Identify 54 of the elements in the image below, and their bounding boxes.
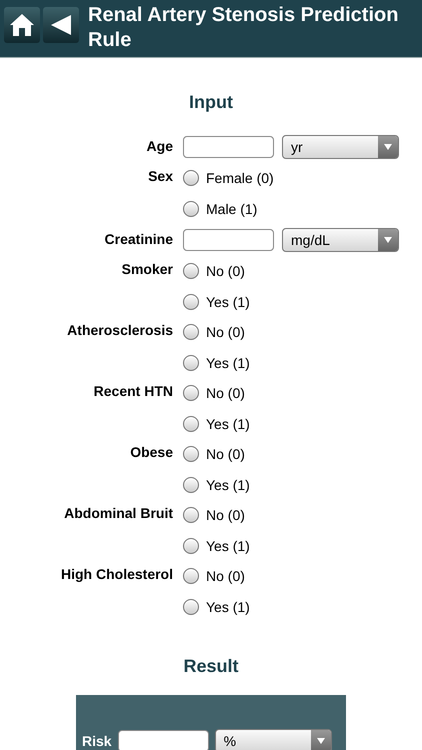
number-input[interactable] [183, 136, 274, 158]
number-input[interactable] [183, 229, 274, 251]
dropdown-caret-icon [378, 136, 398, 158]
back-button[interactable] [43, 7, 79, 43]
radio-button[interactable] [183, 385, 199, 401]
radio-option[interactable]: No (0) [183, 321, 422, 343]
radio-button[interactable] [183, 507, 199, 523]
field-label: Creatinine [104, 230, 173, 249]
result-label: Risk [82, 733, 112, 749]
section-title: Input [188, 92, 234, 113]
unit-select[interactable]: % [214, 729, 332, 750]
radio-button[interactable] [183, 324, 199, 340]
radio-option[interactable]: No (0) [183, 504, 422, 526]
radio-option[interactable]: No (0) [183, 260, 422, 282]
back-arrow-icon [49, 13, 73, 37]
field-label: Recent HTN [92, 382, 173, 400]
field-label: High Cholesterol [60, 565, 173, 583]
radio-button[interactable] [183, 477, 199, 493]
radio-option[interactable]: No (0) [183, 565, 422, 587]
radio-button[interactable] [183, 294, 199, 310]
result-output[interactable] [118, 730, 209, 750]
radio-button[interactable] [183, 568, 199, 584]
radio-button[interactable] [183, 538, 199, 554]
radio-button[interactable] [183, 263, 199, 279]
radio-option[interactable]: Yes (1) [183, 291, 422, 313]
section-title: Result [182, 656, 240, 677]
field-label: Sex [147, 167, 173, 185]
radio-button[interactable] [183, 201, 199, 217]
field-label: Obese [129, 443, 173, 461]
unit-select[interactable]: yr [282, 135, 399, 159]
radio-button[interactable] [183, 599, 199, 615]
field-label: Smoker [120, 260, 173, 278]
radio-option[interactable]: Yes (1) [183, 352, 422, 374]
dropdown-caret-icon [378, 229, 398, 251]
radio-option[interactable]: Yes (1) [183, 596, 422, 618]
field-label: Abdominal Bruit [63, 504, 173, 522]
dropdown-caret-icon [310, 730, 331, 750]
radio-option[interactable]: No (0) [183, 382, 422, 404]
radio-button[interactable] [183, 170, 199, 186]
field-label: Atherosclerosis [66, 321, 173, 339]
radio-option[interactable]: Yes (1) [183, 535, 422, 557]
home-icon [9, 13, 35, 37]
radio-button[interactable] [183, 446, 199, 462]
radio-option[interactable]: Male (1) [183, 198, 422, 220]
page-title: Renal Artery Stenosis Prediction Rule [88, 3, 400, 53]
unit-select[interactable]: mg/dL [282, 228, 399, 252]
radio-option[interactable]: No (0) [183, 443, 422, 465]
field-label: Age [146, 137, 173, 156]
radio-button[interactable] [183, 416, 199, 432]
radio-option[interactable]: Female (0) [183, 167, 422, 189]
radio-option[interactable]: Yes (1) [183, 413, 422, 435]
home-button[interactable] [4, 7, 40, 43]
radio-option[interactable]: Yes (1) [183, 474, 422, 496]
radio-button[interactable] [183, 355, 199, 371]
